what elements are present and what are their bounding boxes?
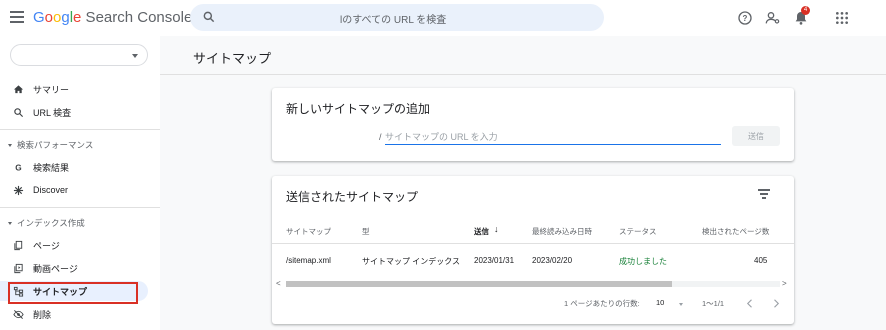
column-header-type[interactable]: 型 xyxy=(362,226,370,237)
apps-icon[interactable] xyxy=(834,10,850,26)
scrollbar-thumb[interactable] xyxy=(286,281,672,287)
rows-per-page-select[interactable]: 10 xyxy=(656,298,664,307)
cell-sitemap[interactable]: /sitemap.xml xyxy=(286,256,331,265)
search-icon xyxy=(14,107,24,117)
page-range: 1～1/1 xyxy=(702,299,725,308)
prev-page-icon[interactable] xyxy=(746,299,754,308)
rows-per-page-label: 1 ページあたりの行数: xyxy=(564,299,640,308)
cell-type: サイトマップ インデックス xyxy=(362,257,460,266)
collapse-arrow-icon xyxy=(8,143,12,147)
sidebar-divider xyxy=(0,207,160,208)
property-selector[interactable] xyxy=(10,44,148,66)
column-header-discovered[interactable]: 検出されたページ数 xyxy=(702,226,769,237)
section-indexing[interactable]: インデックス作成 xyxy=(8,217,85,229)
svg-text:G: G xyxy=(15,163,21,172)
sidebar-divider xyxy=(0,129,160,130)
top-bar: Google Search Console lのすべての URL を検査 ? 4 xyxy=(0,0,886,36)
cell-last-read: 2023/02/20 xyxy=(532,256,573,265)
add-sitemap-card: 新しいサイトマップの追加 / 送信 xyxy=(272,88,794,161)
title-divider xyxy=(160,74,886,75)
search-placeholder: lのすべての URL を検査 xyxy=(340,15,447,26)
sitemap-url-input[interactable] xyxy=(385,129,721,145)
sidebar-item-label: ページ xyxy=(33,240,60,251)
sidebar-item-url-inspect[interactable]: URL 検査 xyxy=(0,102,148,122)
sidebar-item-removals[interactable]: 削除 xyxy=(0,304,148,324)
sidebar-item-pages[interactable]: ページ xyxy=(0,235,148,255)
sidebar-item-label: 動画ページ xyxy=(33,263,78,274)
discover-icon xyxy=(13,185,24,195)
scroll-left-icon[interactable]: < xyxy=(276,279,281,288)
hamburger-menu-icon[interactable] xyxy=(10,11,24,23)
notification-badge: 4 xyxy=(801,6,810,15)
sidebar-item-label: URL 検査 xyxy=(33,107,72,118)
cell-submitted: 2023/01/31 xyxy=(474,256,515,265)
sidebar-item-sitemaps[interactable]: サイトマップ xyxy=(0,281,148,301)
column-header-submitted[interactable]: 送信 xyxy=(474,226,489,237)
manage-accounts-icon[interactable] xyxy=(765,10,781,26)
column-header-sitemap[interactable]: サイトマップ xyxy=(286,226,331,237)
add-sitemap-title: 新しいサイトマップの追加 xyxy=(286,102,431,116)
scroll-right-icon[interactable]: > xyxy=(782,279,787,288)
column-header-last-read[interactable]: 最終読み込み日時 xyxy=(532,226,592,237)
sidebar-item-search-results[interactable]: G 検索結果 xyxy=(0,157,148,177)
google-g-icon: G xyxy=(15,163,21,172)
sitemap-icon xyxy=(13,286,24,297)
sidebar-item-summary[interactable]: サマリー xyxy=(0,79,148,99)
help-icon[interactable]: ? xyxy=(737,10,753,26)
sidebar-item-label: サマリー xyxy=(33,84,70,95)
dropdown-arrow-icon xyxy=(132,54,138,58)
url-inspect-search[interactable]: lのすべての URL を検査 xyxy=(190,4,604,31)
video-pages-icon xyxy=(14,263,23,273)
column-header-status[interactable]: ステータス xyxy=(619,226,657,237)
section-search-performance[interactable]: 検索パフォーマンス xyxy=(8,139,93,151)
sidebar: サマリー URL 検査 検索パフォーマンス G 検索結果 Discover イン… xyxy=(0,36,160,330)
sidebar-item-label: 削除 xyxy=(33,309,52,320)
home-icon xyxy=(13,84,24,93)
filter-icon[interactable] xyxy=(758,189,770,199)
sidebar-item-label: Discover xyxy=(33,185,69,195)
page-title: サイトマップ xyxy=(193,51,272,66)
sidebar-item-discover[interactable]: Discover xyxy=(0,180,148,200)
search-console-logo[interactable]: Google Search Console xyxy=(33,9,192,26)
sidebar-item-label: サイトマップ xyxy=(33,286,88,297)
url-prefix: / xyxy=(379,132,382,142)
removals-icon xyxy=(13,309,24,319)
header-divider xyxy=(272,243,794,244)
cell-discovered: 405 xyxy=(754,256,768,265)
submitted-sitemaps-card: 送信されたサイトマップ サイトマップ 型 送信 ↓ 最終読み込み日時 ステータス… xyxy=(272,176,794,324)
sort-down-icon[interactable]: ↓ xyxy=(494,224,499,234)
main-content: サイトマップ 新しいサイトマップの追加 / 送信 送信されたサイトマップ サイト… xyxy=(160,36,886,330)
cell-status: 成功しました xyxy=(619,257,667,266)
search-icon xyxy=(203,11,215,23)
svg-text:?: ? xyxy=(743,14,748,23)
sidebar-item-video-pages[interactable]: 動画ページ xyxy=(0,258,148,278)
next-page-icon[interactable] xyxy=(772,299,780,308)
collapse-arrow-icon xyxy=(8,221,12,225)
submit-button[interactable]: 送信 xyxy=(732,126,780,146)
sidebar-item-label: 検索結果 xyxy=(33,162,70,173)
horizontal-scrollbar[interactable]: < > xyxy=(276,279,790,288)
pages-icon xyxy=(14,240,23,250)
submitted-sitemaps-title: 送信されたサイトマップ xyxy=(286,190,419,204)
dropdown-arrow-icon[interactable] xyxy=(679,303,683,306)
